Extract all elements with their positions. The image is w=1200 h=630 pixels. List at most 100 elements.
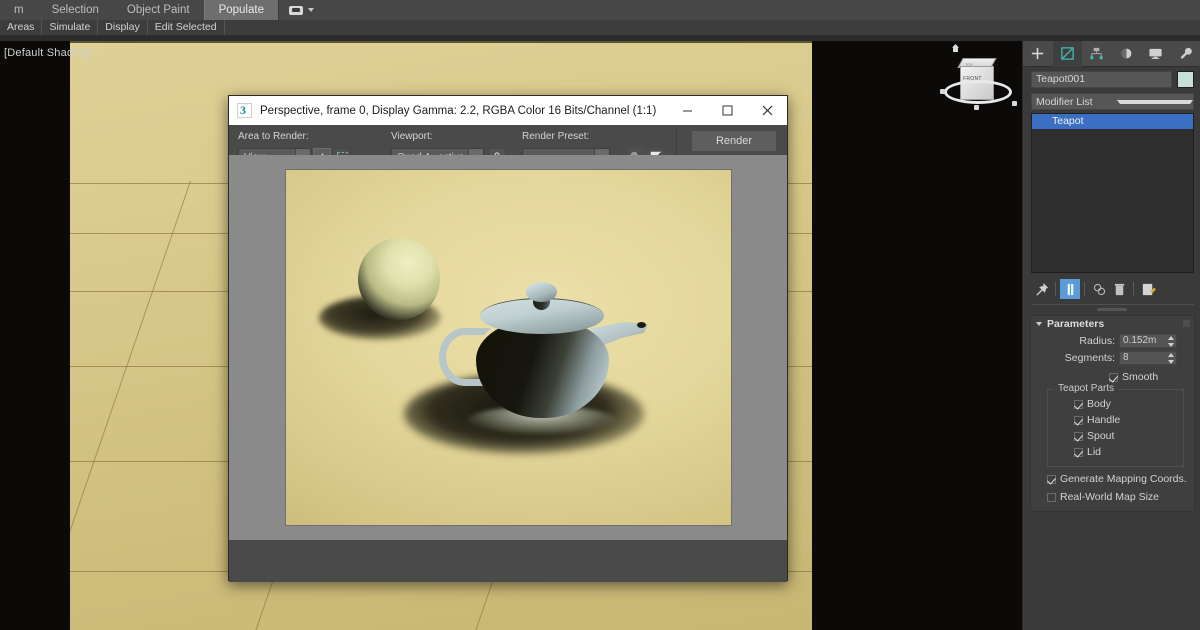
handle-checkbox[interactable] (1074, 416, 1083, 425)
utilities-tab[interactable] (1171, 41, 1200, 67)
viewport-select-label: Viewport: (391, 131, 433, 142)
window-controls (667, 96, 787, 125)
segments-label: Segments: (1031, 352, 1119, 364)
motion-tab[interactable] (1112, 41, 1142, 67)
parameters-title: Parameters (1047, 318, 1104, 330)
object-name-field[interactable]: Teapot001 (1031, 71, 1172, 88)
radius-field[interactable]: 0.152m (1119, 334, 1177, 348)
modifier-stack-list[interactable]: Teapot (1031, 113, 1194, 273)
teapot-knob (526, 282, 557, 302)
close-button[interactable] (747, 96, 787, 125)
generate-mapping-coords-checkbox[interactable] (1047, 475, 1056, 484)
viewcube-top-label: TOP (965, 62, 973, 67)
viewcube-widget[interactable]: TOP FRONT (938, 44, 1022, 154)
subbar-item-display[interactable]: Display (98, 20, 147, 35)
segments-spinner[interactable] (1167, 353, 1175, 364)
rendered-image-area[interactable] (229, 155, 787, 540)
render-button[interactable]: Render (691, 130, 777, 152)
teapot-spout-opening (637, 322, 646, 328)
body-label: Body (1087, 398, 1111, 410)
populate-sub-toolbar: Areas Simulate Display Edit Selected (0, 20, 1200, 35)
teapot-part-spout[interactable]: Spout (1074, 430, 1183, 442)
menu-item-0[interactable]: m (0, 0, 38, 20)
modifier-list-label: Modifier List (1032, 96, 1113, 108)
viewcube-west-dot[interactable] (940, 89, 945, 94)
command-panel: Teapot001 Modifier List Teapot (1022, 41, 1200, 630)
real-world-map-size-row[interactable]: Real-World Map Size (1047, 491, 1194, 503)
segments-field[interactable]: 8 (1119, 351, 1177, 365)
rendered-sphere (358, 238, 440, 320)
parameters-rollout: Parameters Radius: 0.152m Segments: 8 (1030, 315, 1195, 512)
hierarchy-tab[interactable] (1082, 41, 1112, 67)
real-world-map-size-checkbox[interactable] (1047, 493, 1056, 502)
viewport-shading-label[interactable]: [Default Shading] (4, 47, 92, 59)
remove-modifier-button[interactable] (1109, 279, 1129, 299)
home-icon[interactable] (952, 44, 959, 52)
modifier-stack-toolbar (1031, 277, 1194, 301)
rendered-image[interactable] (285, 169, 732, 526)
teapot-part-lid[interactable]: Lid (1074, 446, 1183, 458)
main-menu-bar: m Selection Object Paint Populate (0, 0, 1200, 20)
subbar-item-edit-selected[interactable]: Edit Selected (148, 20, 225, 35)
lid-checkbox[interactable] (1074, 448, 1083, 457)
smooth-label: Smooth (1122, 371, 1158, 383)
teapot-parts-group: Teapot Parts Body Handle Spout Lid (1047, 389, 1184, 467)
handle-label: Handle (1087, 414, 1120, 426)
render-preset-label: Render Preset: (522, 131, 589, 142)
segments-value: 8 (1123, 352, 1129, 363)
subbar-spacer (225, 20, 1200, 35)
spout-checkbox[interactable] (1074, 432, 1083, 441)
menu-item-populate[interactable]: Populate (204, 0, 279, 20)
configure-modifier-sets-button[interactable] (1138, 279, 1158, 299)
modifier-stack-item-teapot[interactable]: Teapot (1032, 114, 1193, 129)
teapot-part-handle[interactable]: Handle (1074, 414, 1183, 426)
render-window-title: Perspective, frame 0, Display Gamma: 2.2… (260, 105, 667, 117)
make-unique-button[interactable] (1089, 279, 1109, 299)
menu-item-selection[interactable]: Selection (38, 0, 113, 20)
subbar-item-simulate[interactable]: Simulate (42, 20, 98, 35)
max-3d-icon (237, 103, 252, 118)
smooth-checkbox[interactable] (1109, 373, 1118, 382)
viewcube-south-dot[interactable] (974, 105, 979, 110)
parameters-rollout-header[interactable]: Parameters (1031, 316, 1194, 331)
radius-label: Radius: (1031, 335, 1119, 347)
real-world-map-size-label: Real-World Map Size (1060, 491, 1159, 503)
camera-menu-button[interactable] (279, 0, 324, 20)
area-to-render-label: Area to Render: (238, 131, 309, 142)
radius-row: Radius: 0.152m (1031, 334, 1186, 348)
viewcube-east-dot[interactable] (1012, 101, 1017, 106)
show-end-result-button[interactable] (1060, 279, 1080, 299)
maximize-button[interactable] (707, 96, 747, 125)
viewcube-compass-ring[interactable] (944, 80, 1012, 104)
render-frame-window[interactable]: Perspective, frame 0, Display Gamma: 2.2… (228, 95, 788, 581)
render-window-body: Area to Render: View A Viewport: Quad 4.… (229, 125, 787, 582)
radius-spinner[interactable] (1167, 336, 1175, 347)
minimize-button[interactable] (667, 96, 707, 125)
chevron-down-icon (1036, 322, 1042, 326)
camera-icon (289, 6, 303, 15)
create-tab[interactable] (1023, 41, 1053, 67)
render-window-titlebar[interactable]: Perspective, frame 0, Display Gamma: 2.2… (229, 96, 787, 125)
smooth-row[interactable]: Smooth (1109, 371, 1194, 383)
panel-divider (1031, 304, 1194, 305)
segments-row: Segments: 8 (1031, 351, 1186, 365)
chevron-down-icon (308, 8, 314, 12)
object-color-swatch[interactable] (1177, 71, 1194, 88)
generate-mapping-coords-row[interactable]: Generate Mapping Coords. (1047, 473, 1194, 485)
teapot-part-body[interactable]: Body (1074, 398, 1183, 410)
menu-item-object-paint[interactable]: Object Paint (113, 0, 204, 20)
display-tab[interactable] (1141, 41, 1171, 67)
viewport-horizon-line (70, 41, 812, 43)
rollout-collapse-handle[interactable] (1183, 320, 1190, 327)
panel-resize-grip[interactable] (1097, 308, 1127, 311)
lid-label: Lid (1087, 446, 1101, 458)
pin-stack-button[interactable] (1031, 279, 1051, 299)
viewport-letterbox-left (0, 41, 70, 630)
chevron-down-icon[interactable] (1113, 100, 1194, 104)
body-checkbox[interactable] (1074, 400, 1083, 409)
spout-label: Spout (1087, 430, 1114, 442)
generate-mapping-coords-label: Generate Mapping Coords. (1060, 473, 1187, 485)
modify-tab[interactable] (1053, 41, 1083, 67)
modifier-list-dropdown[interactable]: Modifier List (1031, 93, 1194, 110)
subbar-item-areas[interactable]: Areas (0, 20, 42, 35)
